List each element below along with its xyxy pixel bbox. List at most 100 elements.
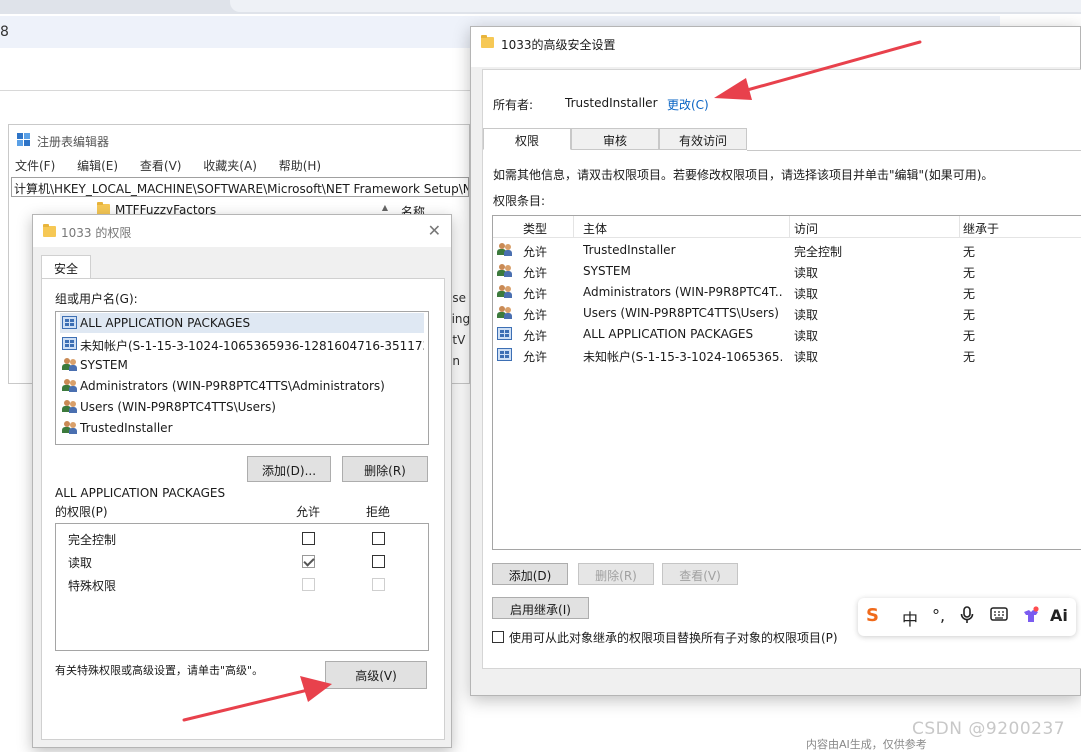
- users-icon: [62, 358, 77, 371]
- list-item-label: TrustedInstaller: [80, 421, 173, 435]
- view-entry-button: 查看(V): [662, 563, 738, 585]
- menu-view[interactable]: 查看(V): [140, 159, 182, 173]
- permissions-title-bar: 1033 的权限 ✕: [33, 215, 451, 247]
- microphone-icon[interactable]: [960, 606, 974, 628]
- list-item-trustedinstaller[interactable]: TrustedInstaller: [60, 418, 424, 438]
- tab-auditing[interactable]: 审核: [571, 128, 659, 150]
- cell-access: 完全控制: [794, 245, 843, 259]
- table-row[interactable]: 允许 ALL APPLICATION PACKAGES 读取 无: [493, 324, 1081, 345]
- ime-chinese-mode[interactable]: 中: [902, 606, 918, 630]
- table-row[interactable]: 允许 Users (WIN-P9R8PTC4TTS\Users) 读取 无: [493, 303, 1081, 324]
- replace-child-permissions-checkbox[interactable]: [492, 631, 504, 643]
- table-row[interactable]: 允许 Administrators (WIN-P9R8PTC4T... 读取 无: [493, 282, 1081, 303]
- tab-security[interactable]: 安全: [41, 255, 91, 279]
- col-principal[interactable]: 主体: [583, 220, 607, 237]
- entries-label: 权限条目:: [493, 194, 546, 208]
- menu-file[interactable]: 文件(F): [15, 159, 55, 173]
- perm-name-read: 读取: [68, 556, 93, 570]
- sogou-logo-icon[interactable]: S: [866, 605, 879, 626]
- cell-inherited: 无: [963, 245, 976, 259]
- add-button[interactable]: 添加(D)...: [247, 456, 331, 482]
- package-icon: [497, 327, 512, 340]
- cell-inherited: 无: [963, 287, 976, 301]
- advanced-title: 1033的高级安全设置: [501, 38, 616, 52]
- users-listbox[interactable]: ALL APPLICATION PACKAGES 未知帐户(S-1-15-3-1…: [55, 311, 429, 445]
- annotation-arrow-icon: [182, 676, 332, 722]
- cell-type: 允许: [523, 308, 548, 322]
- registry-logo-icon: [17, 133, 31, 147]
- deny-read-checkbox[interactable]: [372, 555, 385, 568]
- menu-favorites[interactable]: 收藏夹(A): [203, 159, 257, 173]
- permissions-table: 完全控制 读取 特殊权限: [55, 523, 429, 651]
- list-item-label: SYSTEM: [80, 358, 128, 372]
- deny-full-control-checkbox[interactable]: [372, 532, 385, 545]
- col-type[interactable]: 类型: [523, 220, 547, 237]
- list-item-users[interactable]: Users (WIN-P9R8PTC4TTS\Users): [60, 397, 424, 417]
- keyboard-icon[interactable]: [990, 606, 1008, 626]
- enable-inheritance-button[interactable]: 启用继承(I): [492, 597, 589, 619]
- cell-principal: SYSTEM: [583, 264, 631, 278]
- cell-inherited: 无: [963, 329, 976, 343]
- perm-name-full-control: 完全控制: [68, 533, 117, 547]
- users-icon: [497, 285, 512, 298]
- ai-assistant-icon[interactable]: Ai: [1050, 606, 1068, 625]
- table-row[interactable]: 允许 TrustedInstaller 完全控制 无: [493, 240, 1081, 261]
- folder-icon: [481, 35, 494, 48]
- users-icon: [497, 306, 512, 319]
- cell-type: 允许: [523, 350, 548, 364]
- deny-special-checkbox: [372, 578, 385, 591]
- tab-permissions[interactable]: 权限: [483, 128, 571, 150]
- remove-entry-button: 删除(R): [578, 563, 654, 585]
- permissions-title: 1033 的权限: [61, 226, 132, 240]
- cell-inherited: 无: [963, 266, 976, 280]
- package-icon: [62, 337, 77, 350]
- ime-toolbar: S 中 °, Ai: [858, 598, 1076, 636]
- owner-value: TrustedInstaller: [565, 96, 658, 110]
- users-icon: [62, 400, 77, 413]
- col-inherited[interactable]: 继承于: [963, 220, 999, 237]
- menu-edit[interactable]: 编辑(E): [77, 159, 118, 173]
- owner-label: 所有者:: [493, 98, 534, 112]
- cell-type: 允许: [523, 287, 548, 301]
- tab-effective-access[interactable]: 有效访问: [659, 128, 747, 150]
- registry-menu-bar: 文件(F) 编辑(E) 查看(V) 收藏夹(A) 帮助(H): [15, 157, 331, 174]
- perm-for-label-2: 的权限(P): [55, 505, 108, 519]
- annotation-arrow-icon: [714, 40, 922, 100]
- info-text: 如需其他信息，请双击权限项目。若要修改权限项目，请选择该项目并单击"编辑"(如果…: [493, 168, 994, 182]
- cell-principal: Users (WIN-P9R8PTC4TTS\Users): [583, 306, 779, 320]
- users-icon: [62, 379, 77, 392]
- allow-full-control-checkbox[interactable]: [302, 532, 315, 545]
- allow-header: 允许: [296, 505, 321, 519]
- browser-divider: [0, 90, 470, 91]
- bottom-note: 内容由AI生成，仅供参考: [806, 738, 927, 751]
- cell-type: 允许: [523, 329, 548, 343]
- cell-principal: ALL APPLICATION PACKAGES: [583, 327, 754, 341]
- cell-inherited: 无: [963, 350, 976, 364]
- advanced-button[interactable]: 高级(V): [325, 661, 427, 689]
- registry-address-field[interactable]: 计算机\HKEY_LOCAL_MACHINE\SOFTWARE\Microsof…: [11, 177, 469, 197]
- ime-punctuation[interactable]: °,: [932, 606, 945, 625]
- package-icon: [62, 316, 77, 329]
- advanced-security-dialog: 1033的高级安全设置 所有者: TrustedInstaller 更改(C) …: [470, 26, 1081, 696]
- col-access[interactable]: 访问: [794, 220, 818, 237]
- list-item-administrators[interactable]: Administrators (WIN-P9R8PTC4TTS\Administ…: [60, 376, 424, 396]
- list-item-system[interactable]: SYSTEM: [60, 355, 424, 375]
- add-entry-button[interactable]: 添加(D): [492, 563, 568, 585]
- cell-access: 读取: [794, 287, 819, 301]
- group-label: 组或用户名(G):: [55, 292, 138, 306]
- list-item-all-app-packages[interactable]: ALL APPLICATION PACKAGES: [60, 313, 424, 333]
- list-item-unknown-account[interactable]: 未知帐户(S-1-15-3-1024-1065365936-1281604716…: [60, 334, 424, 354]
- cell-principal: Administrators (WIN-P9R8PTC4T...: [583, 285, 783, 299]
- table-row[interactable]: 允许 SYSTEM 读取 无: [493, 261, 1081, 282]
- replace-child-permissions-label: 使用可从此对象继承的权限项目替换所有子对象的权限项目(P): [509, 631, 838, 645]
- list-item-label: Users (WIN-P9R8PTC4TTS\Users): [80, 400, 276, 414]
- list-item-label: 未知帐户(S-1-15-3-1024-1065365936-1281604716…: [80, 339, 424, 353]
- list-item-label: Administrators (WIN-P9R8PTC4TTS\Administ…: [80, 379, 385, 393]
- close-icon[interactable]: ✕: [428, 221, 441, 240]
- perm-for-label: ALL APPLICATION PACKAGES: [55, 486, 226, 500]
- menu-help[interactable]: 帮助(H): [279, 159, 321, 173]
- table-row[interactable]: 允许 未知帐户(S-1-15-3-1024-1065365... 读取 无: [493, 345, 1081, 366]
- skin-icon[interactable]: [1022, 606, 1040, 628]
- permission-entries-table: 类型 主体 访问 继承于 允许 TrustedInstaller 完全控制 无 …: [492, 215, 1081, 550]
- remove-button[interactable]: 删除(R): [342, 456, 428, 482]
